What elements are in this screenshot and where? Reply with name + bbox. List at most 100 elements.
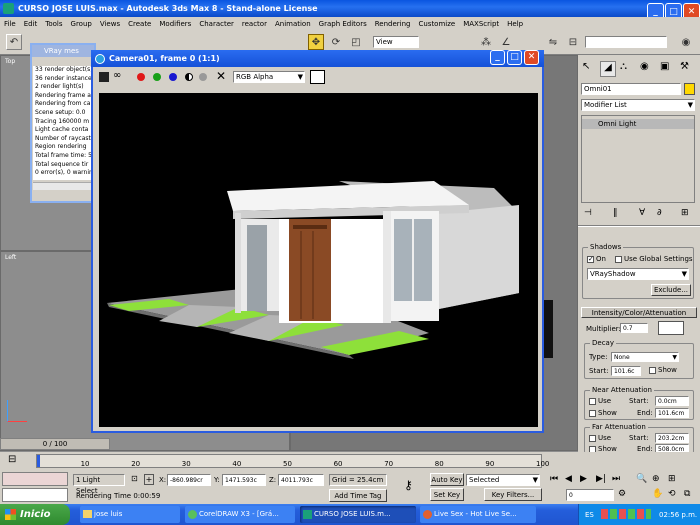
display-tab-icon[interactable]: ▣ xyxy=(660,61,669,72)
x-coordinate-field[interactable]: -860.989cr xyxy=(167,474,211,486)
near-use-checkbox[interactable]: Use xyxy=(589,397,611,405)
far-start-spinner[interactable]: 203.2cm xyxy=(655,433,689,443)
clock[interactable]: 02:56 p.m. xyxy=(659,511,697,519)
set-key-button[interactable]: Set Key xyxy=(430,488,464,501)
blue-channel-icon[interactable] xyxy=(169,73,177,81)
far-use-checkbox[interactable]: Use xyxy=(589,434,611,442)
menu-tools[interactable]: Tools xyxy=(41,20,66,28)
near-end-spinner[interactable]: 101.6cm xyxy=(655,408,689,418)
stack-item-omni-light[interactable]: Omni Light xyxy=(582,119,694,129)
render-close-button[interactable]: ✕ xyxy=(524,50,539,65)
menu-help[interactable]: Help xyxy=(503,20,527,28)
menu-modifiers[interactable]: Modifiers xyxy=(155,20,195,28)
channel-dropdown[interactable]: RGB Alpha ▼ xyxy=(233,71,305,83)
light-color-swatch[interactable] xyxy=(658,321,684,335)
rotate-icon[interactable]: ⟳ xyxy=(328,34,344,50)
clear-icon[interactable]: ✕ xyxy=(216,69,226,83)
color-swatch[interactable] xyxy=(310,70,325,84)
menu-graph-editors[interactable]: Graph Editors xyxy=(315,20,371,28)
render-window[interactable]: Camera01, frame 0 (1:1) _ □ ✕ ∞ ✕ RGB Al… xyxy=(91,50,544,433)
zoom-all-icon[interactable]: ⊕ xyxy=(652,474,660,484)
key-filters-button[interactable]: Key Filters... xyxy=(484,488,542,501)
motion-tab-icon[interactable]: ◉ xyxy=(640,61,649,72)
add-time-tag-button[interactable]: Add Time Tag xyxy=(329,489,387,502)
undo-icon[interactable]: ↶ xyxy=(6,34,22,50)
modifier-list-dropdown[interactable]: Modifier List ▼ xyxy=(581,99,695,111)
align-icon[interactable]: ⊟ xyxy=(565,34,581,50)
remove-modifier-icon[interactable]: ∂ xyxy=(657,208,662,218)
show-end-result-icon[interactable]: ‖ xyxy=(613,208,618,218)
y-coordinate-field[interactable]: 1471.593c xyxy=(222,474,266,486)
render-window-titlebar[interactable]: Camera01, frame 0 (1:1) _ □ ✕ xyxy=(91,50,544,67)
configure-sets-icon[interactable]: ⊞ xyxy=(681,208,689,218)
utilities-tab-icon[interactable]: ⚒ xyxy=(680,61,689,72)
mono-icon[interactable] xyxy=(199,73,207,81)
zoom-extents-icon[interactable]: ⊞ xyxy=(668,474,676,484)
angle-snap-icon[interactable]: ∠ xyxy=(498,34,514,50)
auto-key-button[interactable]: Auto Key xyxy=(430,473,464,486)
shadow-type-dropdown[interactable]: VRayShadow ▼ xyxy=(587,268,689,280)
go-to-start-icon[interactable]: ⏮ xyxy=(550,474,558,484)
decay-type-dropdown[interactable]: None ▼ xyxy=(611,352,679,362)
modify-tab-icon[interactable]: ◢ xyxy=(600,61,616,77)
intensity-rollout-header[interactable]: Intensity/Color/Attenuation xyxy=(581,307,697,318)
menu-maxscript[interactable]: MAXScript xyxy=(459,20,503,28)
previous-frame-icon[interactable]: ◀ xyxy=(565,474,572,484)
current-frame-field[interactable]: 0 xyxy=(566,489,614,501)
vray-log-scrollbar[interactable] xyxy=(33,182,93,190)
menu-edit[interactable]: Edit xyxy=(20,20,42,28)
view-dropdown[interactable]: View xyxy=(373,36,419,48)
taskbar-item-3dsmax[interactable]: CURSO JOSE LUIS.m... xyxy=(300,506,416,523)
named-selection-dropdown[interactable] xyxy=(585,36,667,48)
taskbar-item-coreldraw[interactable]: CorelDRAW X3 - [Grá... xyxy=(185,506,295,523)
object-name-field[interactable]: Omni01 xyxy=(581,83,681,95)
time-config-icon[interactable]: ⚙ xyxy=(618,489,626,499)
menu-file[interactable]: File xyxy=(0,20,20,28)
orbit-icon[interactable]: ⟲ xyxy=(668,489,676,499)
go-to-end-icon[interactable]: ⏭ xyxy=(612,474,620,484)
trackbar-icon[interactable]: ⊟ xyxy=(8,454,16,465)
next-frame-icon[interactable]: ▶| xyxy=(596,474,606,484)
render-maximize-button[interactable]: □ xyxy=(507,50,522,65)
taskbar-item-jose-luis[interactable]: jose luis xyxy=(80,506,180,523)
green-channel-icon[interactable] xyxy=(153,73,161,81)
create-tab-icon[interactable]: ↖ xyxy=(582,61,590,72)
menu-rendering[interactable]: Rendering xyxy=(371,20,415,28)
maxscript-listener[interactable] xyxy=(2,472,68,486)
maximize-viewport-icon[interactable]: ⧉ xyxy=(684,489,690,499)
render-icon[interactable]: ◉ xyxy=(678,34,694,50)
mirror-icon[interactable]: ⇋ xyxy=(545,34,561,50)
z-coordinate-field[interactable]: 4011.793c xyxy=(278,474,324,486)
render-minimize-button[interactable]: _ xyxy=(490,50,505,65)
viewport-left-label[interactable]: Left xyxy=(5,254,16,261)
move-icon[interactable]: ✥ xyxy=(308,34,324,50)
menu-reactor[interactable]: reactor xyxy=(238,20,271,28)
scale-icon[interactable]: ◰ xyxy=(348,34,364,50)
menu-create[interactable]: Create xyxy=(124,20,155,28)
save-image-icon[interactable] xyxy=(99,72,109,82)
decay-start-spinner[interactable]: 101.6c xyxy=(611,366,641,376)
multiplier-spinner[interactable]: 0.7 xyxy=(620,323,648,333)
play-icon[interactable]: ▶ xyxy=(580,474,587,484)
pin-stack-icon[interactable]: ⊣ xyxy=(584,208,592,218)
hierarchy-tab-icon[interactable]: ⛬ xyxy=(620,61,627,72)
absolute-mode-icon[interactable]: ⊡ xyxy=(131,474,138,483)
shadows-on-checkbox[interactable]: ✓ On xyxy=(587,255,606,263)
maxscript-listener-2[interactable] xyxy=(2,488,68,502)
menu-views[interactable]: Views xyxy=(96,20,124,28)
exclude-button[interactable]: Exclude... xyxy=(651,284,691,296)
time-slider[interactable]: 0 / 100 xyxy=(0,438,110,450)
menu-animation[interactable]: Animation xyxy=(271,20,315,28)
language-indicator[interactable]: ES xyxy=(585,511,594,519)
start-button[interactable]: Inicio xyxy=(0,504,70,525)
red-channel-icon[interactable] xyxy=(137,73,145,81)
lock-selection-icon[interactable]: + xyxy=(144,474,154,485)
vray-messages-window[interactable]: VRay mes 33 render object(s) 36 render in… xyxy=(30,43,96,203)
use-global-settings-checkbox[interactable]: Use Global Settings xyxy=(615,255,693,263)
decay-show-checkbox[interactable]: Show xyxy=(649,366,677,374)
taskbar-item-browser[interactable]: Live Sex - Hot Live Se... xyxy=(420,506,536,523)
near-start-spinner[interactable]: 0.0cm xyxy=(655,396,689,406)
menu-group[interactable]: Group xyxy=(67,20,96,28)
menu-customize[interactable]: Customize xyxy=(414,20,459,28)
object-color-swatch[interactable] xyxy=(684,83,695,95)
